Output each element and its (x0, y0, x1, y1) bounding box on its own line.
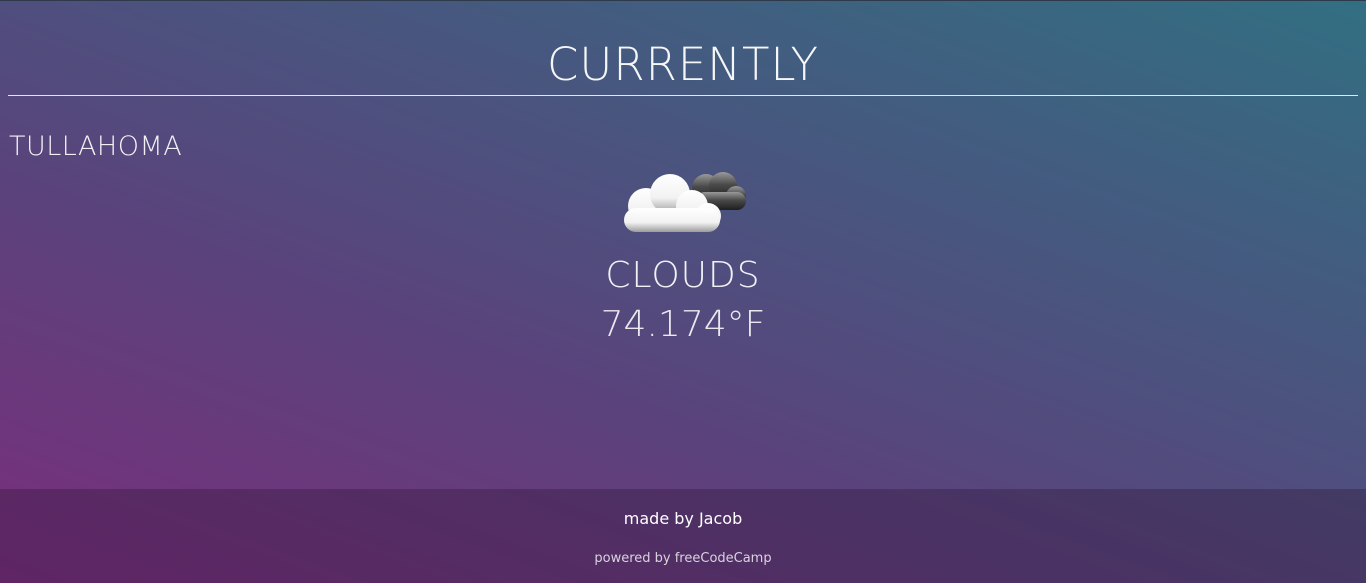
city-name: TULLAHOMA (9, 131, 183, 162)
cloud-icon (620, 166, 752, 236)
weather-condition: CLOUDS (605, 255, 761, 296)
header: CURRENTLY (8, 36, 1358, 96)
page-title: CURRENTLY (546, 38, 820, 91)
made-by-text: made by Jacob (623, 509, 743, 528)
footer: made by Jacob powered by freeCodeCamp (0, 489, 1366, 583)
temperature-reading: 74.174°F (600, 304, 766, 345)
page-top-border (0, 0, 1366, 1)
powered-by-text: powered by freeCodeCamp (594, 551, 772, 566)
